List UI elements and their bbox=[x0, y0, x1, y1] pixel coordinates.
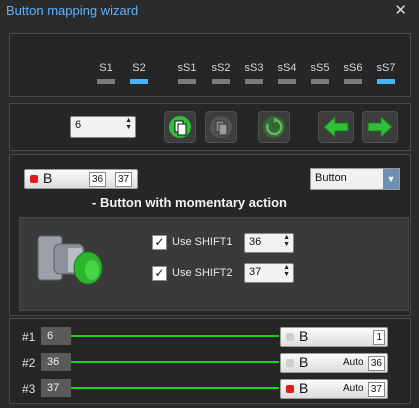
shift-label-s1: S1 bbox=[99, 62, 113, 74]
mapping-mode-label: Auto bbox=[343, 357, 364, 368]
mapping-row-label: #2 bbox=[22, 356, 36, 370]
mapping-connector-line bbox=[71, 387, 279, 389]
mapping-led bbox=[286, 333, 294, 341]
refresh-button[interactable] bbox=[258, 111, 290, 143]
spinner-arrows-icon[interactable]: ▲ ▼ bbox=[283, 234, 290, 248]
shift-toggle-ss1[interactable] bbox=[178, 79, 196, 84]
button-type-value: Button bbox=[315, 172, 347, 184]
mapping-button-name: B bbox=[299, 380, 309, 396]
copy-button[interactable] bbox=[164, 111, 196, 143]
number-box-b: 37 bbox=[115, 172, 133, 187]
mapping-row-number: 6 bbox=[41, 327, 71, 345]
mapping-button-bar[interactable]: B1 bbox=[280, 327, 388, 347]
shift-toggle-ss6[interactable] bbox=[344, 79, 362, 84]
shift1-value: 36 bbox=[249, 236, 262, 248]
shift1-checkbox[interactable]: ✓ bbox=[152, 235, 167, 250]
next-button[interactable] bbox=[362, 111, 398, 143]
mapping-button-bar[interactable]: B Auto 36 bbox=[280, 353, 388, 373]
shift-label-s2: S2 bbox=[132, 62, 146, 74]
shift2-value: 37 bbox=[249, 266, 262, 278]
close-icon[interactable]: ✕ bbox=[394, 1, 407, 19]
shift1-spinner[interactable]: 36 ▲ ▼ bbox=[244, 233, 294, 253]
chevron-down-icon[interactable]: ▼ bbox=[383, 169, 399, 189]
window-title: Button mapping wizard bbox=[6, 3, 139, 18]
shift-label-ss4: sS4 bbox=[277, 62, 297, 74]
shift2-label: Use SHIFT2 bbox=[172, 267, 233, 279]
button-number-spinner[interactable]: 6 ▲ ▼ bbox=[70, 116, 136, 138]
refresh-icon bbox=[263, 116, 285, 138]
copy-icon bbox=[169, 116, 191, 138]
spinner-arrows-icon[interactable]: ▲ ▼ bbox=[283, 264, 290, 278]
previous-button[interactable] bbox=[318, 111, 354, 143]
button-type-select[interactable]: Button ▼ bbox=[310, 168, 400, 190]
mapping-row-number: 37 bbox=[41, 379, 71, 397]
shift-label-ss7: sS7 bbox=[376, 62, 396, 74]
shift-label-ss2: sS2 bbox=[211, 62, 231, 74]
arrow-right-icon bbox=[367, 115, 393, 139]
shift-toggle-ss7[interactable] bbox=[377, 79, 395, 84]
mapping-mode-label: Auto bbox=[343, 383, 364, 394]
shift-toggle-ss3[interactable] bbox=[245, 79, 263, 84]
button-number-value: 6 bbox=[75, 119, 82, 131]
mapping-connector-line bbox=[71, 361, 279, 363]
mapping-row-label: #1 bbox=[22, 330, 36, 344]
shift2-checkbox[interactable]: ✓ bbox=[152, 266, 167, 281]
button-description: - Button with momentary action bbox=[92, 195, 287, 210]
shift-label-ss5: sS5 bbox=[310, 62, 330, 74]
mapping-led bbox=[286, 359, 294, 367]
mapping-connector-line bbox=[71, 335, 279, 337]
spinner-arrows-icon[interactable]: ▲ ▼ bbox=[125, 117, 132, 131]
shift-label-ss1: sS1 bbox=[177, 62, 197, 74]
shift-toggle-s2[interactable] bbox=[130, 79, 148, 84]
mapping-led bbox=[286, 385, 294, 393]
shift-toggle-ss2[interactable] bbox=[212, 79, 230, 84]
mapping-row-label: #3 bbox=[22, 382, 36, 396]
mapping-value: 1 bbox=[373, 330, 385, 345]
arrow-left-icon bbox=[323, 115, 349, 139]
mapping-button-name: B bbox=[299, 328, 309, 344]
shift2-spinner[interactable]: 37 ▲ ▼ bbox=[244, 263, 294, 283]
button-name-bar[interactable]: B 36 37 bbox=[24, 169, 138, 189]
paste-button[interactable] bbox=[205, 111, 237, 143]
shift-toggle-s1[interactable] bbox=[97, 79, 115, 84]
indicator-led bbox=[30, 175, 38, 183]
paste-icon bbox=[210, 116, 232, 138]
push-button-icon bbox=[37, 235, 103, 285]
mapping-row-number: 36 bbox=[41, 353, 71, 371]
title-bar: Button mapping wizard ✕ bbox=[0, 0, 419, 24]
mapping-button-bar[interactable]: B Auto 37 bbox=[280, 379, 388, 399]
mapping-value: 36 bbox=[367, 356, 385, 371]
shift1-label: Use SHIFT1 bbox=[172, 236, 233, 248]
mapping-button-name: B bbox=[299, 354, 309, 370]
shift-label-ss6: sS6 bbox=[343, 62, 363, 74]
number-box-a: 36 bbox=[89, 172, 107, 187]
shift-label-ss3: sS3 bbox=[244, 62, 264, 74]
button-name: B bbox=[43, 170, 53, 186]
shift-toggle-ss4[interactable] bbox=[278, 79, 296, 84]
shift-toggle-ss5[interactable] bbox=[311, 79, 329, 84]
mapping-value: 37 bbox=[367, 382, 385, 397]
